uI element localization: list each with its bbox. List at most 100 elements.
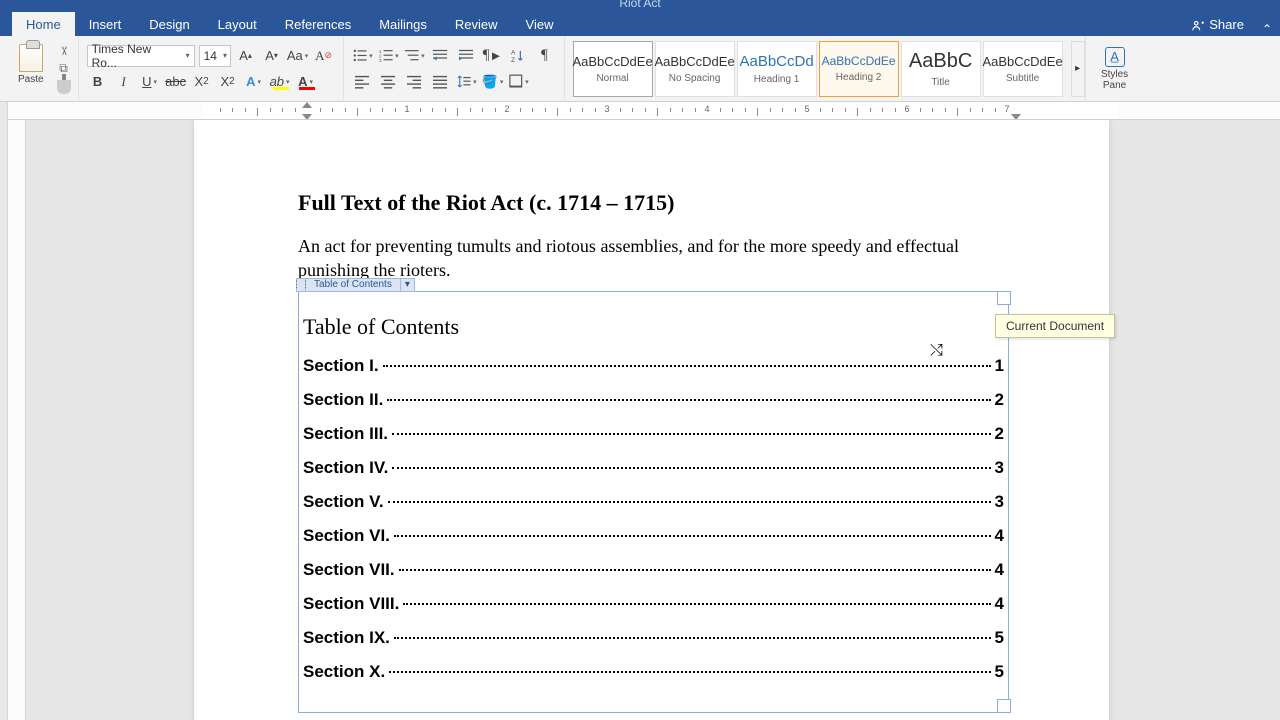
style-heading-1[interactable]: AaBbCcDdHeading 1 — [737, 41, 817, 97]
justify-icon[interactable] — [430, 71, 452, 93]
toc-entry[interactable]: Section IX. 5 — [299, 628, 1008, 648]
toc-field-tab[interactable]: ⋮⋮ Table of Contents ▾ — [296, 278, 415, 292]
document-subtitle[interactable]: An act for preventing tumults and riotou… — [298, 234, 1009, 283]
share-button[interactable]: Share — [1181, 13, 1254, 36]
toc-corner-top — [997, 291, 1011, 305]
highlight-icon[interactable]: ab▾ — [269, 71, 291, 93]
numbering-icon[interactable]: 123▾ — [378, 45, 400, 67]
superscript-button[interactable]: X2 — [217, 71, 239, 93]
toc-entry[interactable]: Section IV. 3 — [299, 458, 1008, 478]
style-no-spacing[interactable]: AaBbCcDdEeNo Spacing — [655, 41, 735, 97]
grow-font-icon[interactable]: A▴ — [235, 45, 257, 67]
clear-formatting-icon[interactable]: A⊘ — [313, 45, 335, 67]
styles-pane-icon: A̲ — [1105, 47, 1125, 67]
align-left-icon[interactable] — [352, 71, 374, 93]
style-subtitle[interactable]: AaBbCcDdEeSubtitle — [983, 41, 1063, 97]
toc-leader — [388, 501, 991, 503]
strikethrough-button[interactable]: abc — [165, 71, 187, 93]
toc-entry-page: 3 — [995, 492, 1004, 512]
tab-review[interactable]: Review — [441, 12, 512, 36]
tab-mailings[interactable]: Mailings — [365, 12, 441, 36]
toc-entry[interactable]: Section VI. 4 — [299, 526, 1008, 546]
font-color-icon[interactable]: A▾ — [295, 71, 317, 93]
styles-group: AaBbCcDdEeNormalAaBbCcDdEeNo SpacingAaBb… — [565, 36, 1071, 102]
toc-entry-page: 4 — [995, 594, 1004, 614]
toc-field[interactable]: ⋮⋮ Table of Contents ▾ Table of Contents… — [298, 291, 1009, 713]
toc-dropdown-icon[interactable]: ▾ — [401, 278, 415, 292]
toc-entry[interactable]: Section III. 2 — [299, 424, 1008, 444]
horizontal-ruler[interactable]: 1234567 — [8, 102, 1280, 120]
style-heading-2[interactable]: AaBbCcDdEeHeading 2 — [819, 41, 899, 97]
vertical-ruler[interactable] — [8, 120, 26, 720]
tab-home[interactable]: Home — [12, 12, 75, 36]
style-title[interactable]: AaBbCTitle — [901, 41, 981, 97]
shrink-font-icon[interactable]: A▾ — [261, 45, 283, 67]
text-effects-icon[interactable]: A▾ — [243, 71, 265, 93]
increase-indent-icon[interactable] — [456, 45, 478, 67]
tab-view[interactable]: View — [512, 12, 568, 36]
cut-icon[interactable]: ✂ — [57, 43, 71, 59]
toc-leader — [389, 671, 990, 673]
toc-corner-bottom — [997, 699, 1011, 713]
font-size-select[interactable]: 14▾ — [199, 45, 231, 67]
style-normal[interactable]: AaBbCcDdEeNormal — [573, 41, 653, 97]
tab-insert[interactable]: Insert — [75, 12, 136, 36]
align-center-icon[interactable] — [378, 71, 400, 93]
paste-label: Paste — [18, 74, 44, 85]
bold-button[interactable]: B — [87, 71, 109, 93]
paste-button[interactable]: Paste — [12, 44, 50, 85]
toc-entry-label: Section I. — [303, 356, 379, 376]
toc-entry[interactable]: Section X. 5 — [299, 662, 1008, 682]
window-title: Riot Act — [619, 0, 660, 10]
font-group: Times New Ro...▾ 14▾ A▴ A▾ Aa▾ A⊘ B I U▾… — [79, 36, 344, 102]
toc-entry[interactable]: Section V. 3 — [299, 492, 1008, 512]
toc-entry-label: Section VIII. — [303, 594, 399, 614]
toc-leader — [392, 433, 991, 435]
toc-entry[interactable]: Section VIII. 4 — [299, 594, 1008, 614]
italic-button[interactable]: I — [113, 71, 135, 93]
ltr-direction-icon[interactable]: ¶► — [482, 45, 504, 67]
toc-handle-icon[interactable]: ⋮⋮ — [296, 278, 306, 292]
clipboard-group: Paste ✂ ⧉ — [6, 36, 79, 102]
borders-icon[interactable]: ▾ — [508, 71, 530, 93]
toc-entry[interactable]: Section VII. 4 — [299, 560, 1008, 580]
subscript-button[interactable]: X2 — [191, 71, 213, 93]
bullets-icon[interactable]: ▾ — [352, 45, 374, 67]
tab-layout[interactable]: Layout — [204, 12, 271, 36]
share-label: Share — [1209, 17, 1244, 32]
styles-pane-button[interactable]: A̲ Styles Pane — [1092, 47, 1138, 91]
collapse-ribbon-icon[interactable]: ⌃ — [1254, 22, 1280, 36]
decrease-indent-icon[interactable] — [430, 45, 452, 67]
align-right-icon[interactable] — [404, 71, 426, 93]
sort-icon[interactable]: AZ — [508, 45, 530, 67]
toc-entry-label: Section VI. — [303, 526, 390, 546]
tab-references[interactable]: References — [271, 12, 365, 36]
change-case-icon[interactable]: Aa▾ — [287, 45, 309, 67]
toc-entry-label: Section IV. — [303, 458, 388, 478]
document-title[interactable]: Full Text of the Riot Act (c. 1714 – 171… — [298, 190, 1009, 216]
toc-entry-label: Section II. — [303, 390, 383, 410]
toc-tab-label[interactable]: Table of Contents — [306, 278, 401, 292]
line-spacing-icon[interactable]: ▾ — [456, 71, 478, 93]
tooltip: Current Document — [995, 314, 1115, 338]
page[interactable]: Full Text of the Riot Act (c. 1714 – 171… — [194, 120, 1109, 720]
toc-leader — [394, 535, 991, 537]
toc-heading[interactable]: Table of Contents — [299, 314, 1008, 340]
ribbon-tabs: HomeInsertDesignLayoutReferencesMailings… — [0, 10, 1280, 36]
font-name-select[interactable]: Times New Ro...▾ — [87, 45, 195, 67]
toc-entry[interactable]: Section I. 1 — [299, 356, 1008, 376]
shading-icon[interactable]: 🪣▾ — [482, 71, 504, 93]
format-painter-icon[interactable] — [56, 80, 72, 94]
show-marks-icon[interactable]: ¶ — [534, 45, 556, 67]
multilevel-list-icon[interactable]: ▾ — [404, 45, 426, 67]
styles-more-icon[interactable]: ▸ — [1071, 41, 1085, 97]
toc-entry[interactable]: Section II. 2 — [299, 390, 1008, 410]
styles-pane-group: A̲ Styles Pane — [1085, 36, 1144, 102]
toc-entry-label: Section VII. — [303, 560, 395, 580]
toc-entry-page: 5 — [995, 662, 1004, 682]
toc-entry-page: 5 — [995, 628, 1004, 648]
svg-text:A: A — [511, 50, 516, 57]
tab-design[interactable]: Design — [135, 12, 203, 36]
toc-entry-page: 2 — [995, 390, 1004, 410]
underline-button[interactable]: U▾ — [139, 71, 161, 93]
